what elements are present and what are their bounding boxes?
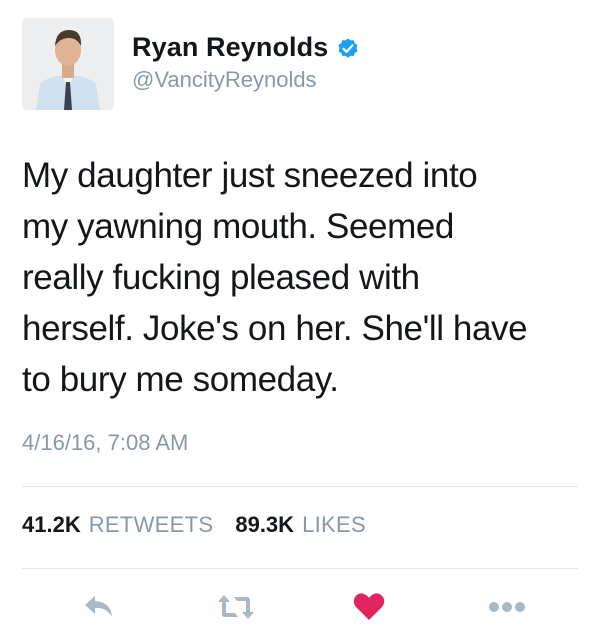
like-button[interactable]: [346, 584, 392, 630]
tweet-text-line: to bury me someday.: [22, 360, 339, 399]
tweet-text-line: My daughter just sneezed into: [22, 156, 478, 195]
more-options-button[interactable]: [484, 584, 530, 630]
tweet-timestamp[interactable]: 4/16/16, 7:08 AM: [22, 430, 188, 456]
tweet-card: Ryan Reynolds @VancityReynolds My daught…: [0, 0, 600, 638]
name-row: Ryan Reynolds: [132, 32, 360, 63]
action-bar: [0, 584, 600, 630]
divider: [22, 568, 578, 569]
more-icon: [489, 602, 525, 612]
engagement-stats: 41.2K RETWEETS 89.3K LIKES: [22, 512, 380, 538]
tweet-text-line: my yawning mouth. Seemed: [22, 207, 455, 246]
likes-count[interactable]: 89.3K: [235, 512, 294, 538]
reply-button[interactable]: [76, 584, 122, 630]
user-handle[interactable]: @VancityReynolds: [132, 67, 317, 93]
display-name[interactable]: Ryan Reynolds: [132, 32, 328, 63]
heart-icon: [353, 593, 385, 620]
likes-label[interactable]: LIKES: [302, 512, 366, 538]
divider: [22, 486, 578, 487]
avatar-image: [22, 18, 114, 110]
retweets-count[interactable]: 41.2K: [22, 512, 81, 538]
retweet-icon: [218, 595, 254, 619]
tweet-text: My daughter just sneezed into my yawning…: [22, 150, 582, 405]
verified-badge-icon: [338, 38, 358, 58]
avatar[interactable]: [22, 18, 114, 110]
retweet-button[interactable]: [213, 584, 259, 630]
tweet-text-line: herself. Joke's on her. She'll have: [22, 309, 528, 348]
tweet-text-line: really fucking pleased with: [22, 258, 420, 297]
retweets-label[interactable]: RETWEETS: [89, 512, 214, 538]
reply-icon: [85, 596, 112, 617]
